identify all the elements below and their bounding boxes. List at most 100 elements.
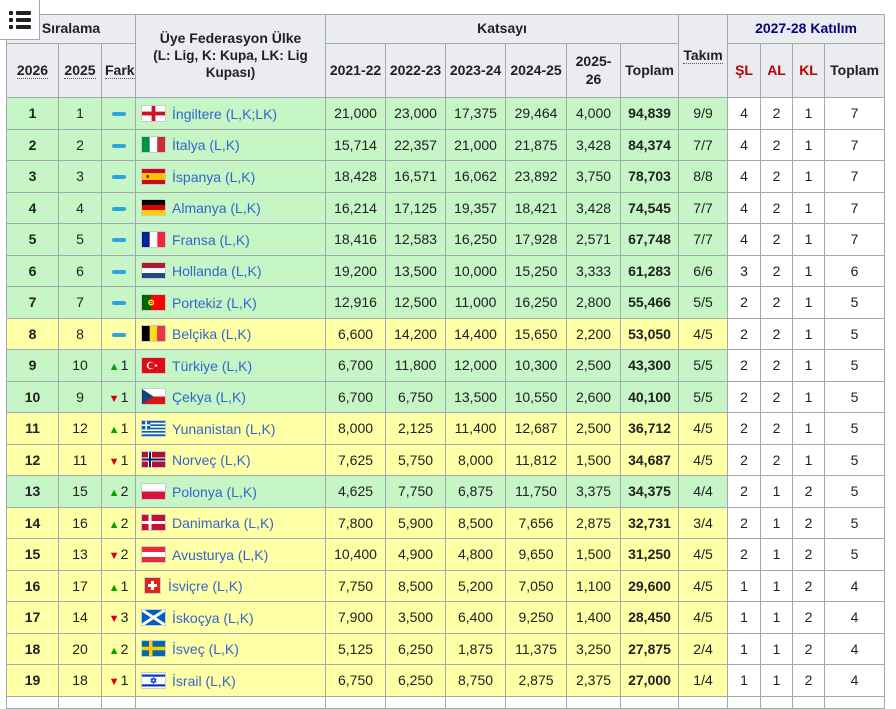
flag-greece-icon: [141, 420, 166, 437]
country-link[interactable]: İspanya (L,K): [172, 169, 255, 185]
season-3-cell: 16,250: [506, 287, 567, 319]
steady-dash-icon: [112, 301, 126, 305]
season-3-cell: 29,464: [506, 98, 567, 130]
country-link[interactable]: Hollanda (L,K): [172, 263, 262, 279]
change-value: 1: [121, 578, 129, 594]
country-cell: Yunanistan (L,K): [136, 413, 326, 445]
season-1-cell: 12,500: [386, 287, 446, 319]
sl-cell: 2: [728, 539, 761, 571]
kl-cell: 1: [793, 224, 825, 256]
season-4-cell: 3,333: [567, 255, 621, 287]
country-link[interactable]: Fransa (L,K): [172, 232, 250, 248]
table-row: 77Portekiz (L,K)12,91612,50011,00016,250…: [7, 287, 885, 319]
al-cell: 2: [761, 287, 793, 319]
teams-cell: 1/4: [679, 665, 728, 697]
country-cell: İngiltere (L,K;LK): [136, 98, 326, 130]
country-link[interactable]: Avusturya (L,K): [172, 547, 268, 563]
country-cell: Çekya (L,K): [136, 381, 326, 413]
country-link[interactable]: İskoçya (L,K): [172, 610, 254, 626]
rank-2025-cell: 10: [59, 350, 102, 382]
sl-cell: 4: [728, 161, 761, 193]
kl-link[interactable]: KL: [799, 62, 818, 78]
total-cell: 32,731: [621, 507, 679, 539]
season-2-cell: 6,875: [446, 476, 506, 508]
up-arrow-icon: ▲: [109, 424, 120, 436]
country-link[interactable]: Polonya (L,K): [172, 484, 257, 500]
country-link[interactable]: Danimarka (L,K): [172, 515, 274, 531]
season-0-cell: 7,900: [326, 602, 386, 634]
country-link[interactable]: Yunanistan (L,K): [172, 421, 276, 437]
country-cell: İtalya (L,K): [136, 129, 326, 161]
country-link[interactable]: Çekya (L,K): [172, 389, 246, 405]
fark-cell: [102, 129, 136, 161]
season-1-cell: 5,750: [386, 444, 446, 476]
header-season-2025-26: 2025-26: [567, 44, 621, 98]
participation-total-cell: 6: [825, 255, 885, 287]
country-link[interactable]: İsviçre (L,K): [168, 578, 243, 594]
country-link[interactable]: Almanya (L,K): [172, 200, 261, 216]
partial-cell: [793, 696, 825, 708]
country-cell: İsveç (L,K): [136, 633, 326, 665]
al-link[interactable]: AL: [767, 62, 786, 78]
total-cell: 34,375: [621, 476, 679, 508]
season-3-cell: 18,421: [506, 192, 567, 224]
kl-cell: 1: [793, 381, 825, 413]
country-link[interactable]: Portekiz (L,K): [172, 295, 257, 311]
country-cell: Avusturya (L,K): [136, 539, 326, 571]
season-4-cell: 2,571: [567, 224, 621, 256]
page: { "icons": { "toc_button": "list-icon", …: [0, 0, 896, 705]
country-link[interactable]: İsrail (L,K): [172, 673, 236, 689]
total-cell: 28,450: [621, 602, 679, 634]
season-0-cell: 21,000: [326, 98, 386, 130]
country-link[interactable]: İsveç (L,K): [172, 641, 239, 657]
partial-cell: [102, 696, 136, 708]
total-cell: 84,374: [621, 129, 679, 161]
al-cell: 1: [761, 665, 793, 697]
flag-italy-icon: [141, 136, 166, 153]
total-cell: 78,703: [621, 161, 679, 193]
header-season-2022-23: 2022-23: [386, 44, 446, 98]
partial-cell: [679, 696, 728, 708]
toc-button[interactable]: [0, 0, 40, 40]
header-season-2021-22: 2021-22: [326, 44, 386, 98]
sl-link[interactable]: ŞL: [735, 62, 753, 78]
partial-cell: [506, 696, 567, 708]
uefa-ranking-table: Sıralama Üye Federasyon Ülke (L: Lig, K:…: [6, 14, 885, 709]
al-cell: 1: [761, 570, 793, 602]
country-link[interactable]: Norveç (L,K): [172, 452, 251, 468]
kl-cell: 2: [793, 507, 825, 539]
table-row: 22İtalya (L,K)15,71422,35721,00021,8753,…: [7, 129, 885, 161]
country-link[interactable]: Türkiye (L,K): [172, 358, 252, 374]
katilim-link[interactable]: 2027-28 Katılım: [755, 20, 857, 36]
season-2-cell: 10,000: [446, 255, 506, 287]
fark-cell: [102, 255, 136, 287]
country-link[interactable]: Belçika (L,K): [172, 326, 251, 342]
up-arrow-icon: ▲: [109, 487, 120, 499]
season-2-cell: 14,400: [446, 318, 506, 350]
fark-cell: [102, 192, 136, 224]
header-2025: 2025: [59, 44, 102, 98]
season-2-cell: 16,062: [446, 161, 506, 193]
kl-cell: 1: [793, 318, 825, 350]
rank-2026-cell: 1: [7, 98, 59, 130]
country-link[interactable]: İngiltere (L,K;LK): [172, 106, 277, 122]
season-3-cell: 12,687: [506, 413, 567, 445]
season-4-cell: 3,428: [567, 129, 621, 161]
country-link[interactable]: İtalya (L,K): [172, 137, 240, 153]
change-value: 2: [121, 515, 129, 531]
kl-cell: 1: [793, 161, 825, 193]
rank-2025-cell: 4: [59, 192, 102, 224]
kl-cell: 2: [793, 570, 825, 602]
season-3-cell: 9,650: [506, 539, 567, 571]
teams-cell: 5/5: [679, 350, 728, 382]
kl-cell: 2: [793, 539, 825, 571]
al-cell: 2: [761, 161, 793, 193]
table-row: 1513▼2Avusturya (L,K)10,4004,9004,8009,6…: [7, 539, 885, 571]
teams-cell: 8/8: [679, 161, 728, 193]
table-row: 1617▲1İsviçre (L,K)7,7508,5005,2007,0501…: [7, 570, 885, 602]
header-fark: Fark: [102, 44, 136, 98]
teams-cell: 4/4: [679, 476, 728, 508]
fark-cell: ▲2: [102, 476, 136, 508]
partial-cell: [567, 696, 621, 708]
season-1-cell: 3,500: [386, 602, 446, 634]
